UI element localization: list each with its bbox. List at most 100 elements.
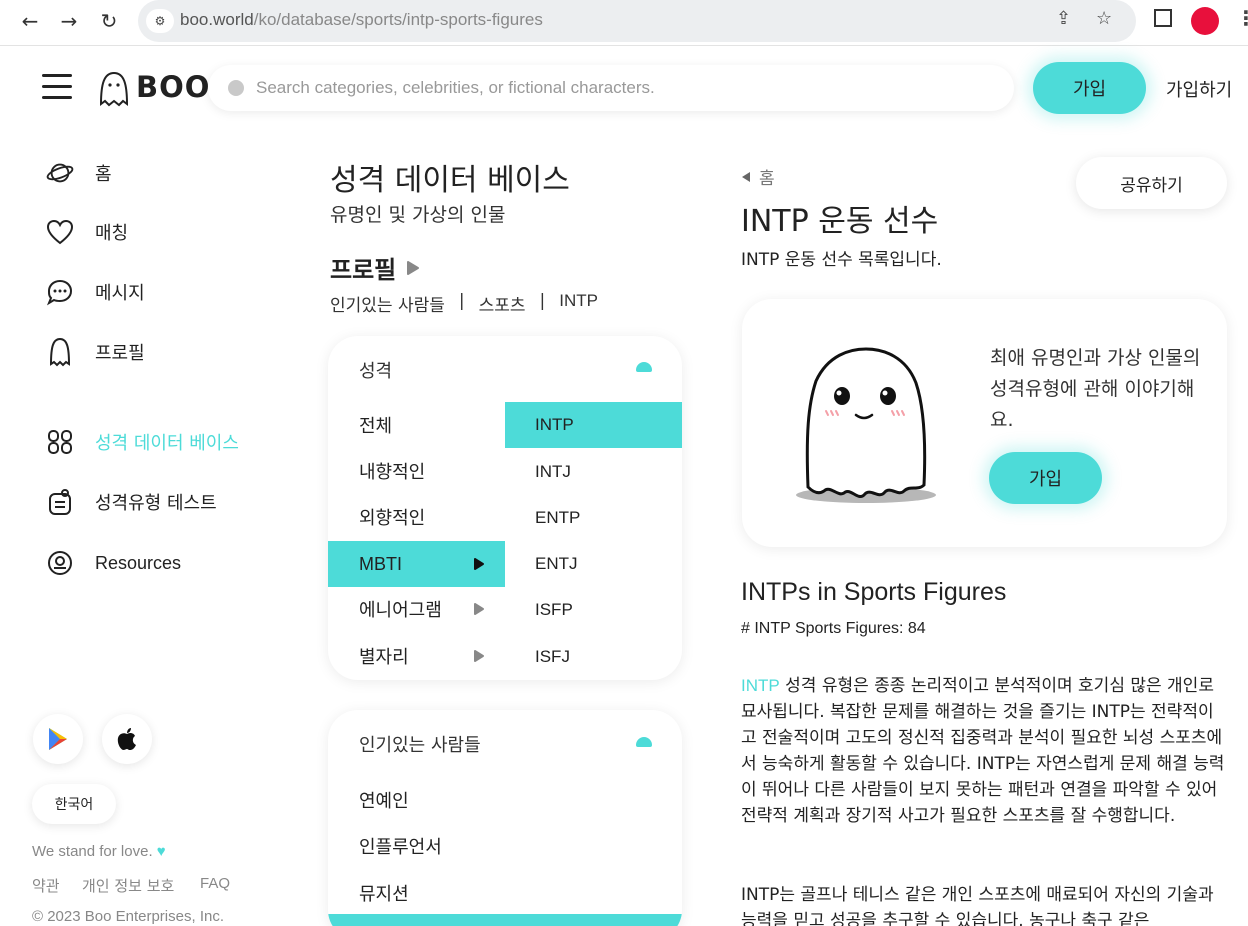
- play-arrow-icon: [474, 558, 484, 570]
- chat-bubble-icon: [46, 278, 74, 306]
- profile-heading-text: 프로필: [330, 256, 397, 284]
- resources-icon: [46, 549, 74, 577]
- page-description: INTP 운동 선수 목록입니다.: [741, 250, 942, 270]
- category-label: 외향적인: [359, 508, 426, 529]
- figure-count: # INTP Sports Figures: 84: [741, 620, 926, 637]
- forward-arrow-icon[interactable]: →: [56, 8, 82, 34]
- profile-heading[interactable]: 프로필: [330, 250, 420, 285]
- boo-logo-text[interactable]: BOO: [136, 70, 210, 104]
- type-isfp[interactable]: ISFP: [505, 587, 682, 633]
- heart-icon: [46, 218, 74, 246]
- play-arrow-icon: [474, 650, 484, 662]
- breadcrumb-popular[interactable]: 인기있는 사람들: [330, 291, 445, 316]
- ghost-outline-icon: [46, 337, 74, 367]
- breadcrumb-sports[interactable]: 스포츠: [479, 291, 526, 316]
- app-store-button[interactable]: [102, 714, 152, 764]
- share-button[interactable]: 공유하기: [1076, 157, 1227, 209]
- collapse-toggle-icon[interactable]: [636, 362, 652, 372]
- sidebar-item-matching[interactable]: 매칭: [46, 215, 128, 249]
- collapse-toggle-icon[interactable]: [636, 737, 652, 747]
- google-play-button[interactable]: [33, 714, 83, 764]
- type-entj[interactable]: ENTJ: [505, 541, 682, 587]
- footer-link-faq[interactable]: FAQ: [200, 875, 230, 892]
- sidebar-item-profile[interactable]: 프로필: [46, 335, 145, 369]
- boo-ghost-logo-icon[interactable]: [98, 70, 130, 108]
- sidebar-item-home[interactable]: 홈: [46, 156, 112, 190]
- back-to-home-link[interactable]: 홈: [741, 164, 775, 189]
- side-panel-icon[interactable]: [1154, 9, 1172, 27]
- browser-menu-icon[interactable]: ⋮: [1236, 6, 1248, 30]
- sidebar-item-label: 성격 데이터 베이스: [95, 433, 239, 454]
- popular-item-entertainers[interactable]: 연예인: [359, 787, 409, 813]
- category-enneagram[interactable]: 에니어그램: [328, 586, 505, 632]
- sidebar-item-personality-database[interactable]: 성격 데이터 베이스: [46, 425, 239, 459]
- test-icon: [46, 488, 74, 516]
- category-zodiac[interactable]: 별자리: [328, 633, 505, 679]
- popular-card-heading: 인기있는 사람들: [359, 735, 481, 756]
- back-arrow-icon[interactable]: ←: [17, 8, 43, 34]
- search-input[interactable]: [256, 74, 996, 102]
- type-entp[interactable]: ENTP: [505, 495, 682, 541]
- category-introverted[interactable]: 내향적인: [328, 448, 505, 494]
- sidebar-item-messages[interactable]: 메시지: [46, 275, 145, 309]
- site-settings-icon[interactable]: ⚙: [146, 9, 174, 33]
- category-all[interactable]: 전체: [328, 402, 505, 448]
- tagline-text: We stand for love.: [32, 843, 153, 860]
- category-label: 별자리: [359, 647, 409, 668]
- sidebar-item-label: 홈: [95, 164, 112, 185]
- promo-card: 최애 유명인과 가상 인물의 성격유형에 관해 이야기해요. 가입: [742, 299, 1227, 547]
- sidebar-item-label: 매칭: [95, 223, 129, 244]
- reload-icon[interactable]: ↻: [96, 8, 122, 34]
- address-bar[interactable]: ⚙ boo.world/ko/database/sports/intp-spor…: [138, 0, 1136, 42]
- database-title: 성격 데이터 베이스: [330, 163, 570, 198]
- selected-row-highlight[interactable]: [328, 914, 682, 926]
- category-label: 전체: [359, 416, 393, 437]
- url-text[interactable]: boo.world/ko/database/sports/intp-sports…: [180, 10, 543, 30]
- category-extroverted[interactable]: 외향적인: [328, 494, 505, 540]
- planet-icon: [46, 159, 74, 187]
- share-page-icon[interactable]: ⇪: [1056, 8, 1071, 29]
- intp-highlight-link[interactable]: INTP: [741, 676, 780, 695]
- back-arrow-icon: [742, 171, 750, 182]
- page-title: INTP 운동 선수: [741, 204, 939, 239]
- category-mbti[interactable]: MBTI: [328, 541, 505, 587]
- section-title: INTPs in Sports Figures: [741, 578, 1007, 606]
- paragraph-text: 성격 유형은 종종 논리적이고 분석적이며 호기심 많은 개인로 묘사됩니다. …: [741, 676, 1225, 826]
- footer-link-privacy[interactable]: 개인 정보 보호: [82, 875, 174, 896]
- footer-link-terms[interactable]: 약관: [32, 875, 60, 896]
- breadcrumb-separator: |: [539, 291, 546, 311]
- ghost-mascot-illustration: [796, 347, 936, 503]
- promo-join-button[interactable]: 가입: [989, 452, 1102, 504]
- personality-filter-card: 성격 전체 내향적인 외향적인 MBTI 에니어그램 별자리 INTP INTJ…: [328, 336, 682, 680]
- popular-item-influencers[interactable]: 인플루언서: [359, 833, 442, 859]
- type-label: INTP: [535, 415, 574, 434]
- heart-icon: ♥: [156, 843, 166, 860]
- breadcrumb: 인기있는 사람들 | 스포츠 | INTP: [330, 291, 598, 316]
- join-button[interactable]: 가입: [1033, 62, 1146, 114]
- bookmark-star-icon[interactable]: ☆: [1096, 8, 1112, 29]
- type-isfj[interactable]: ISFJ: [505, 634, 682, 680]
- sidebar-item-label: Resources: [95, 552, 182, 573]
- category-label: 에니어그램: [359, 600, 442, 621]
- category-label: MBTI: [359, 553, 402, 574]
- sidebar-item-label: 성격유형 테스트: [95, 493, 217, 514]
- breadcrumb-intp[interactable]: INTP: [559, 291, 598, 316]
- sidebar-item-resources[interactable]: Resources: [46, 546, 181, 580]
- signup-link[interactable]: 가입하기: [1166, 76, 1232, 102]
- language-selector[interactable]: 한국어: [32, 784, 116, 824]
- search-bar: [208, 65, 1014, 111]
- hamburger-menu-icon[interactable]: [42, 74, 72, 100]
- sidebar-item-personality-test[interactable]: 성격유형 테스트: [46, 485, 217, 519]
- search-icon: [228, 80, 244, 96]
- popular-people-card: 인기있는 사람들 연예인 인플루언서 뮤지션: [328, 710, 682, 926]
- breadcrumb-separator: |: [458, 291, 465, 311]
- description-paragraph-1: INTP 성격 유형은 종종 논리적이고 분석적이며 호기심 많은 개인로 묘사…: [741, 673, 1227, 829]
- type-label: ENTP: [535, 508, 581, 527]
- promo-text: 최애 유명인과 가상 인물의 성격유형에 관해 이야기해요.: [990, 347, 1201, 431]
- url-path: /ko/database/sports/intp-sports-figures: [253, 10, 543, 29]
- description-paragraph-2: INTP는 골프나 테니스 같은 개인 스포츠에 매료되어 자신의 기술과 능력…: [741, 885, 1214, 926]
- browser-profile-avatar[interactable]: [1191, 7, 1219, 35]
- type-intp[interactable]: INTP: [505, 402, 682, 448]
- type-intj[interactable]: INTJ: [505, 449, 682, 495]
- popular-item-musicians[interactable]: 뮤지션: [359, 880, 409, 906]
